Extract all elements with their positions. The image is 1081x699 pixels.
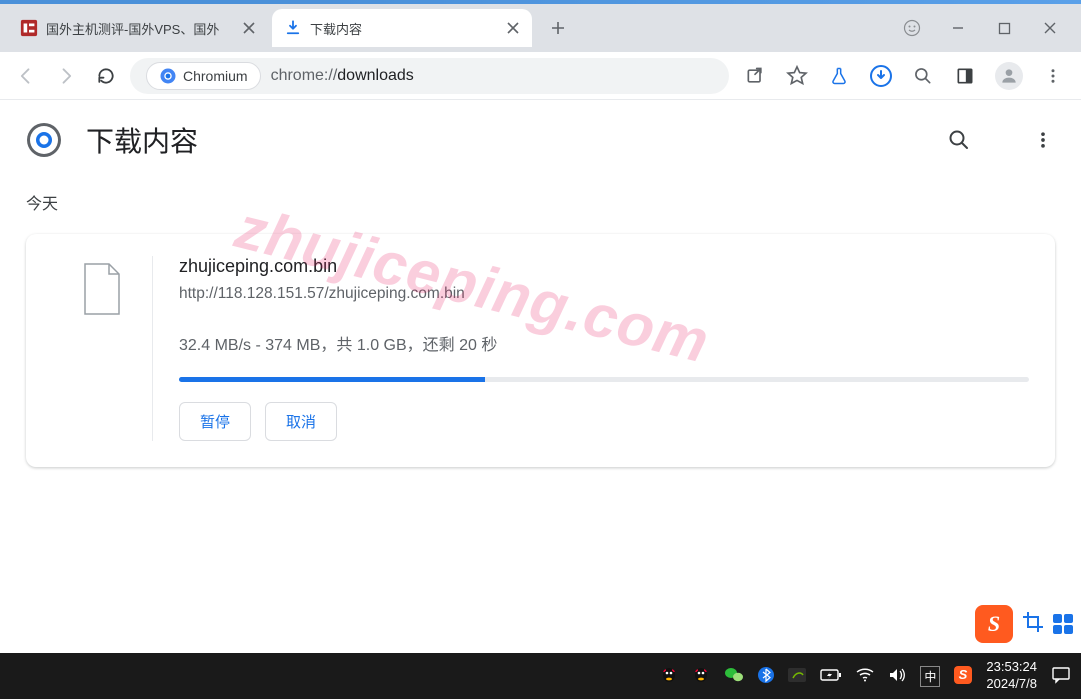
tray-sogou-icon[interactable]: S xyxy=(954,666,972,687)
side-tools: S xyxy=(975,605,1073,643)
section-today-label: 今天 xyxy=(26,190,1055,214)
close-icon[interactable] xyxy=(240,19,258,37)
minimize-button[interactable] xyxy=(949,19,967,37)
tray-wechat-icon[interactable] xyxy=(724,666,744,687)
taskbar: 中 S 23:53:24 2024/7/8 xyxy=(0,653,1081,699)
omnibox[interactable]: Chromium chrome://downloads xyxy=(130,58,729,94)
emoji-button[interactable] xyxy=(903,19,921,37)
tray-qq-icon-1[interactable] xyxy=(660,666,678,687)
crop-icon[interactable] xyxy=(1021,610,1045,639)
tab-downloads[interactable]: 下载内容 xyxy=(272,9,532,47)
cancel-button[interactable]: 取消 xyxy=(265,402,337,441)
back-button[interactable] xyxy=(10,60,42,92)
omnibox-url: chrome://downloads xyxy=(271,67,414,85)
tray-ime-indicator[interactable]: 中 xyxy=(920,666,940,687)
flask-icon[interactable] xyxy=(827,64,851,88)
page-title: 下载内容 xyxy=(86,120,198,160)
downloads-content: 今天 zhujiceping.com.bin http://118.128.15… xyxy=(0,180,1081,487)
bookmark-star-icon[interactable] xyxy=(785,64,809,88)
chromium-pill: Chromium xyxy=(146,62,261,90)
download-progress-fill xyxy=(179,377,485,382)
window-snap-icon[interactable] xyxy=(1053,614,1073,634)
sogou-ime-badge[interactable]: S xyxy=(975,605,1013,643)
tray-battery-icon[interactable] xyxy=(820,668,842,685)
reading-list-icon[interactable] xyxy=(953,64,977,88)
download-progress-bar xyxy=(179,377,1029,382)
tray-qq-icon-2[interactable] xyxy=(692,666,710,687)
tray-clock[interactable]: 23:53:24 2024/7/8 xyxy=(986,659,1037,693)
tray-volume-icon[interactable] xyxy=(888,667,906,686)
share-icon[interactable] xyxy=(743,64,767,88)
tray-notifications-icon[interactable] xyxy=(1051,666,1071,687)
pause-button[interactable]: 暂停 xyxy=(179,402,251,441)
menu-kebab-icon[interactable] xyxy=(1041,64,1065,88)
reload-button[interactable] xyxy=(90,60,122,92)
maximize-button[interactable] xyxy=(995,19,1013,37)
download-icon xyxy=(284,19,302,37)
downloads-menu-icon[interactable] xyxy=(1031,128,1055,152)
downloads-indicator-icon[interactable] xyxy=(869,64,893,88)
tab-title: 下载内容 xyxy=(310,19,498,38)
download-file-icon xyxy=(52,256,152,441)
downloads-search-icon[interactable] xyxy=(947,128,971,152)
pill-label: Chromium xyxy=(183,68,248,84)
tab-title: 国外主机测评-国外VPS、国外 xyxy=(46,19,234,38)
tray-time: 23:53:24 xyxy=(986,659,1037,676)
close-icon[interactable] xyxy=(504,19,522,37)
download-source-url[interactable]: http://118.128.151.57/zhujiceping.com.bi… xyxy=(179,285,1029,303)
profile-avatar[interactable] xyxy=(995,62,1023,90)
search-icon[interactable] xyxy=(911,64,935,88)
window-controls xyxy=(903,4,1081,52)
download-card: zhujiceping.com.bin http://118.128.151.5… xyxy=(26,234,1055,467)
tray-wifi-icon[interactable] xyxy=(856,668,874,685)
address-bar: Chromium chrome://downloads xyxy=(0,52,1081,100)
tray-nvidia-icon[interactable] xyxy=(788,668,806,685)
downloads-page-header: 下载内容 xyxy=(0,100,1081,180)
chromium-logo-icon xyxy=(26,122,62,158)
download-status-text: 32.4 MB/s - 374 MB，共 1.0 GB，还剩 20 秒 xyxy=(179,331,1029,355)
tray-bluetooth-icon[interactable] xyxy=(758,667,774,686)
tab-strip: 国外主机测评-国外VPS、国外 下载内容 xyxy=(0,4,1081,52)
favicon-host-review xyxy=(20,19,38,37)
forward-button[interactable] xyxy=(50,60,82,92)
tab-host-review[interactable]: 国外主机测评-国外VPS、国外 xyxy=(8,9,268,47)
download-filename: zhujiceping.com.bin xyxy=(179,256,1029,277)
close-button[interactable] xyxy=(1041,19,1059,37)
new-tab-button[interactable] xyxy=(542,12,574,44)
svg-text:S: S xyxy=(959,667,968,682)
tray-date: 2024/7/8 xyxy=(986,676,1037,693)
